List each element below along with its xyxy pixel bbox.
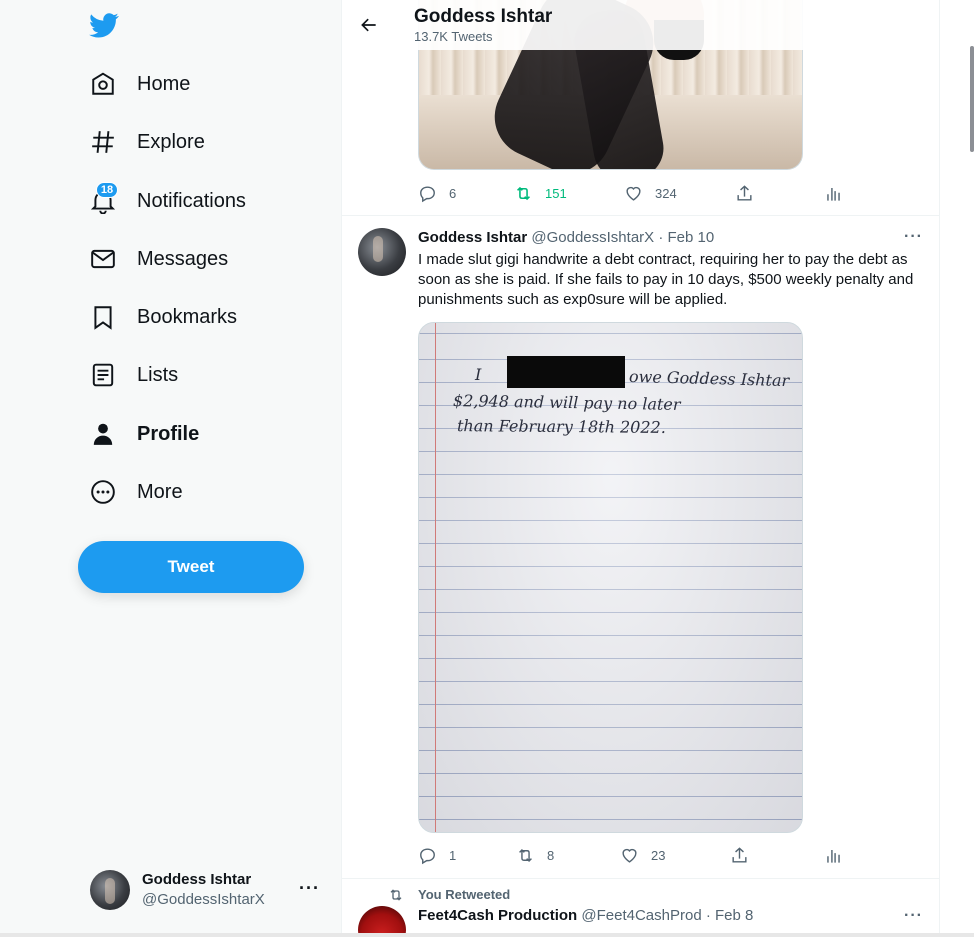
heart-icon — [626, 186, 641, 201]
retweet-icon — [388, 887, 406, 903]
like-count: 324 — [655, 186, 677, 201]
account-handle: @GoddessIshtarX — [142, 891, 265, 908]
like-button[interactable]: 324 — [624, 184, 677, 203]
share-icon — [732, 847, 747, 863]
sidebar: Home Explore 18 Notifications Messages B… — [0, 0, 342, 937]
reply-button[interactable]: 1 — [418, 846, 456, 865]
divider — [342, 215, 939, 216]
handwriting-line: I — [475, 365, 482, 384]
reply-button[interactable]: 6 — [418, 184, 456, 203]
retweet-count: 8 — [547, 848, 555, 863]
account-switcher[interactable]: Goddess Ishtar @GoddessIshtarX ··· — [90, 866, 330, 914]
nav-notifications-label: Notifications — [137, 189, 246, 212]
redaction-bar — [507, 356, 625, 388]
nav-more-label: More — [137, 480, 183, 503]
tweet-author-meta[interactable]: @GoddessIshtarX · Feb 10 — [531, 229, 714, 246]
share-button[interactable] — [735, 184, 754, 203]
nav-lists[interactable]: Lists — [88, 355, 178, 395]
tweet-header: Goddess Ishtar @GoddessIshtarX · Feb 10 — [418, 229, 714, 246]
account-name: Goddess Ishtar — [142, 871, 252, 888]
home-icon — [88, 69, 118, 99]
reply-icon — [420, 186, 435, 203]
reply-count: 1 — [449, 848, 457, 863]
nav-profile-label: Profile — [137, 422, 200, 445]
timeline: Goddess Ishtar 13.7K Tweets 6 151 324 Go… — [342, 0, 940, 937]
nav-bookmarks-label: Bookmarks — [137, 305, 238, 328]
bell-icon: 18 — [88, 182, 118, 216]
nav-home-label: Home — [137, 72, 191, 95]
tweet-button[interactable]: Tweet — [78, 541, 304, 593]
retweet-button[interactable]: 151 — [514, 184, 567, 203]
twitter-bird-icon[interactable] — [88, 10, 120, 40]
scrollbar[interactable] — [970, 46, 974, 152]
page-title: Goddess Ishtar — [414, 6, 553, 27]
analytics-icon — [827, 187, 840, 201]
more-dots-icon[interactable]: ··· — [904, 907, 923, 925]
notification-badge: 18 — [96, 182, 118, 198]
bookmark-icon — [88, 302, 118, 332]
reply-count: 6 — [449, 186, 457, 201]
right-pane — [940, 0, 974, 937]
divider — [342, 878, 939, 879]
hashtag-icon — [88, 127, 118, 157]
handwriting-line: than February 18th 2022. — [456, 416, 666, 437]
reply-icon — [420, 848, 435, 865]
tweet-author-meta[interactable]: @Feet4CashProd · Feb 8 — [581, 907, 753, 924]
share-icon — [737, 185, 752, 201]
like-button[interactable]: 23 — [620, 846, 665, 865]
more-dots-icon[interactable]: ··· — [904, 228, 923, 246]
nav-explore-label: Explore — [137, 130, 205, 153]
tweet-text: I made slut gigi handwrite a debt contra… — [418, 251, 914, 308]
nav-messages-label: Messages — [137, 247, 229, 270]
handwriting-line: $2,948 and will pay no later — [452, 391, 681, 414]
retweet-count: 151 — [545, 186, 567, 201]
nav-profile[interactable]: Profile — [88, 414, 199, 454]
retweet-button[interactable]: 8 — [516, 846, 554, 865]
nav-messages[interactable]: Messages — [88, 239, 228, 279]
nav-home[interactable]: Home — [88, 64, 190, 104]
heart-icon — [622, 848, 637, 863]
more-circle-icon — [88, 477, 118, 507]
back-arrow-icon[interactable] — [356, 12, 382, 38]
share-button[interactable] — [730, 846, 749, 865]
tweet-header: Feet4Cash Production @Feet4CashProd · Fe… — [418, 907, 753, 924]
nav-bookmarks[interactable]: Bookmarks — [88, 297, 237, 337]
nav-notifications[interactable]: 18 Notifications — [88, 181, 246, 221]
person-icon — [88, 419, 118, 449]
envelope-icon — [88, 244, 118, 274]
analytics-icon — [827, 849, 840, 863]
nav-lists-label: Lists — [137, 363, 179, 386]
tweet-count: 13.7K Tweets — [414, 29, 493, 44]
retweet-icon — [519, 848, 532, 863]
tweet-avatar[interactable] — [358, 228, 406, 276]
profile-header: Goddess Ishtar 13.7K Tweets — [342, 0, 939, 50]
retweet-icon — [517, 186, 530, 201]
list-icon — [88, 360, 118, 390]
window-bottom-edge — [0, 933, 974, 937]
retweeted-label: You Retweeted — [418, 887, 511, 902]
nav-more[interactable]: More — [88, 472, 183, 512]
analytics-button[interactable] — [824, 846, 843, 865]
avatar — [90, 870, 130, 910]
analytics-button[interactable] — [824, 184, 843, 203]
nav-explore[interactable]: Explore — [88, 122, 205, 162]
more-dots-icon[interactable]: ··· — [299, 878, 320, 899]
tweet-image[interactable]: I owe Goddess Ishtar $2,948 and will pay… — [418, 322, 803, 833]
tweet-author-name[interactable]: Feet4Cash Production — [418, 907, 577, 924]
tweet-author-name[interactable]: Goddess Ishtar — [418, 229, 527, 246]
like-count: 23 — [651, 848, 666, 863]
